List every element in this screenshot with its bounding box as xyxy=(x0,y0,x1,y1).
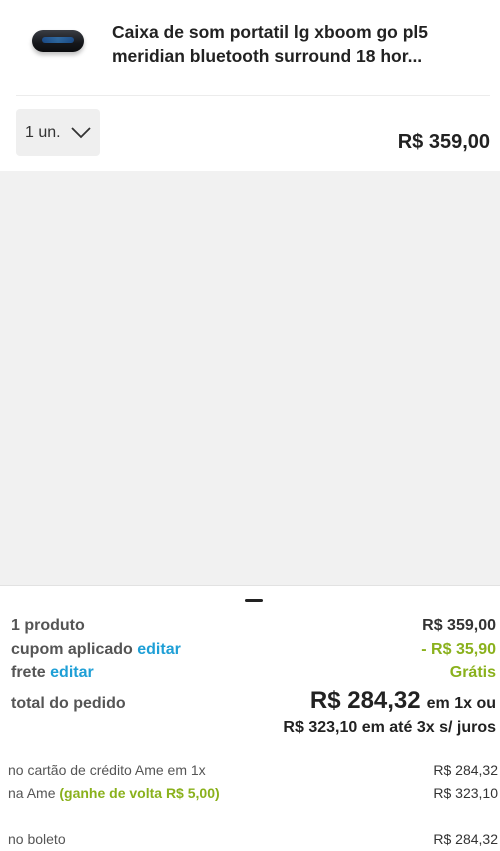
cart-product-card: Caixa de som portatil lg xboom go pl5 me… xyxy=(0,0,500,171)
coupon-edit-link[interactable]: editar xyxy=(137,641,181,658)
speaker-image xyxy=(32,30,84,52)
ame-cashback: (ganhe de volta R$ 5,00) xyxy=(59,785,220,801)
quantity-label: 1 un. xyxy=(25,123,61,141)
boleto-label: no boleto xyxy=(8,831,66,847)
coupon-discount-value: - R$ 35,90 xyxy=(421,641,496,658)
empty-area xyxy=(0,171,500,585)
shipping-value: Grátis xyxy=(449,664,496,681)
ame-value: R$ 323,10 xyxy=(433,785,498,801)
shipping-label: frete xyxy=(11,664,46,681)
order-summary-panel: 1 produto R$ 359,00 cupom aplicado edita… xyxy=(0,585,500,851)
product-price: R$ 359,00 xyxy=(397,131,490,153)
boleto-value: R$ 284,32 xyxy=(433,831,498,847)
coupon-label: cupom aplicado xyxy=(11,641,133,658)
total-label: total do pedido xyxy=(11,695,126,712)
ame-row: na Ame (ganhe de volta R$ 5,00) R$ 323,1… xyxy=(8,785,498,801)
coupon-row: cupom aplicado editar - R$ 35,90 xyxy=(11,641,496,659)
total-suffix: em 1x ou xyxy=(426,695,496,712)
product-title[interactable]: Caixa de som portatil lg xboom go pl5 me… xyxy=(112,20,484,68)
divider xyxy=(16,95,490,96)
ame-card-row: no cartão de crédito Ame em 1x R$ 284,32 xyxy=(8,762,498,778)
quantity-select[interactable]: 1 un. xyxy=(16,109,100,156)
drag-handle[interactable] xyxy=(245,599,263,602)
total-row: total do pedido R$ 284,32 em 1x ou xyxy=(11,687,496,715)
products-row: 1 produto R$ 359,00 xyxy=(11,617,496,635)
products-label: 1 produto xyxy=(11,617,85,634)
installments-text: R$ 323,10 em até 3x s/ juros xyxy=(283,719,496,736)
shipping-row: frete editar Grátis xyxy=(11,664,496,682)
ame-card-value: R$ 284,32 xyxy=(433,762,498,778)
products-value: R$ 359,00 xyxy=(422,617,496,634)
boleto-row: no boleto R$ 284,32 xyxy=(8,831,498,847)
shipping-edit-link[interactable]: editar xyxy=(50,664,94,681)
chevron-down-icon xyxy=(70,126,91,138)
ame-card-label: no cartão de crédito Ame em 1x xyxy=(8,762,206,778)
total-value: R$ 284,32 xyxy=(309,687,421,714)
ame-label: na Ame xyxy=(8,785,56,801)
product-image[interactable] xyxy=(28,20,88,62)
